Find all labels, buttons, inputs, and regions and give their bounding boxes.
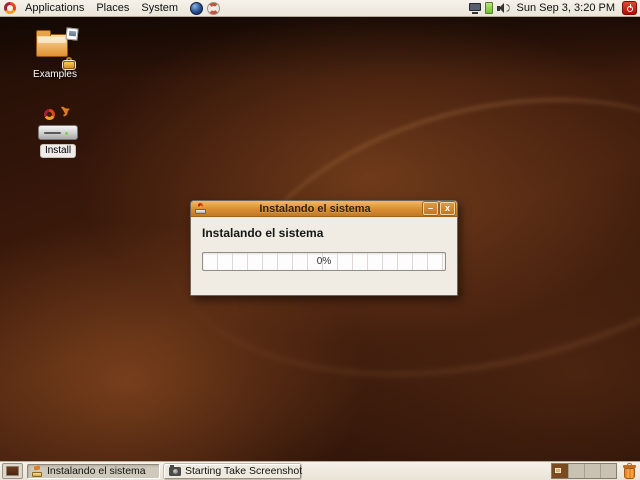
dialog-heading: Instalando el sistema (202, 226, 324, 240)
menu-applications[interactable]: Applications (19, 1, 90, 15)
window-title: Instalando el sistema (259, 202, 371, 215)
top-panel: Applications Places System Sun Sep 3, 3:… (0, 0, 640, 17)
workspace-cell-3[interactable] (584, 464, 600, 478)
installer-window: Instalando el sistema – x Instalando el … (190, 200, 458, 296)
bottom-panel: Instalando el sistema Starting Take Scre… (0, 461, 640, 480)
folder-icon (36, 30, 68, 57)
trash-icon[interactable] (622, 463, 637, 479)
workspace-window-thumbnail (555, 468, 561, 473)
workspace-cell-1[interactable] (552, 464, 568, 478)
battery-icon[interactable] (484, 2, 493, 14)
ubuntu-arrow-emblem-icon (44, 104, 72, 122)
photo-emblem-icon (65, 27, 79, 41)
workspace-switcher[interactable] (551, 463, 617, 479)
drive-icon (38, 125, 78, 140)
titlebar[interactable]: Instalando el sistema – x (191, 201, 457, 217)
install-window-icon (32, 464, 43, 477)
desktop-icon-install[interactable]: Install (27, 104, 89, 158)
close-button[interactable]: x (440, 202, 455, 215)
window-icon (195, 202, 207, 215)
desktop-icon-examples[interactable]: Examples (24, 27, 86, 82)
task-label: Instalando el sistema (47, 465, 146, 477)
help-lifesaver-icon[interactable] (207, 1, 221, 15)
power-button-icon[interactable] (622, 1, 637, 15)
window-body: Instalando el sistema 0% (191, 217, 457, 271)
volume-icon[interactable] (496, 2, 510, 14)
browser-globe-icon[interactable] (190, 1, 204, 15)
display-icon[interactable] (468, 2, 481, 14)
taskbar-item-screenshot[interactable]: Starting Take Screenshot (164, 463, 303, 479)
camera-icon (169, 464, 181, 476)
progress-percent-label: 0% (316, 256, 332, 267)
task-label: Starting Take Screenshot (185, 465, 303, 477)
system-tray: Sun Sep 3, 3:20 PM (468, 1, 640, 15)
menu-places[interactable]: Places (90, 1, 135, 15)
icon-label: Examples (33, 69, 77, 80)
workspace-cell-2[interactable] (568, 464, 584, 478)
show-desktop-button[interactable] (2, 463, 23, 479)
ubuntu-logo-icon[interactable] (4, 2, 16, 14)
taskbar-item-instalando[interactable]: Instalando el sistema (27, 463, 160, 479)
menu-system[interactable]: System (135, 1, 184, 15)
clock[interactable]: Sun Sep 3, 3:20 PM (514, 2, 618, 14)
progress-bar: 0% (202, 252, 446, 271)
minimize-button[interactable]: – (423, 202, 438, 215)
lock-emblem-icon (63, 57, 76, 70)
workspace-cell-4[interactable] (600, 464, 616, 478)
icon-label: Install (39, 144, 77, 158)
